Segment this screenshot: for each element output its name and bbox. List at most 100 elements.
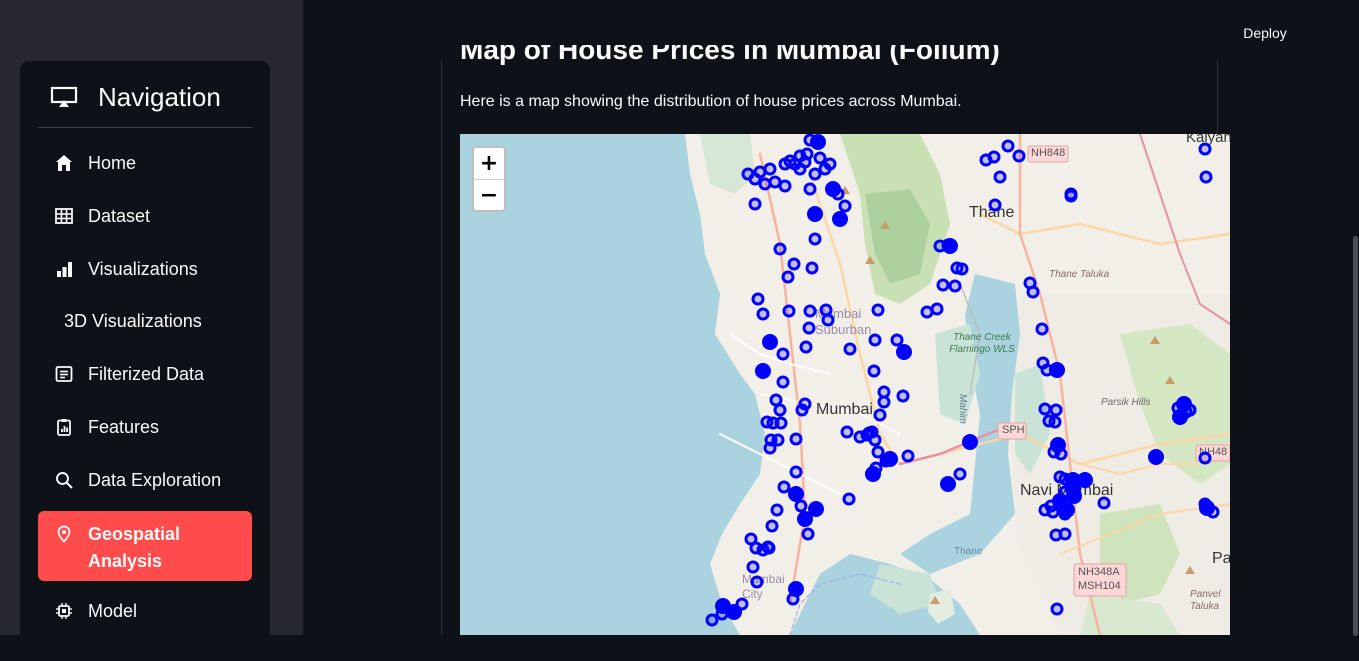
- price-marker[interactable]: [867, 364, 881, 378]
- price-marker[interactable]: [1199, 500, 1215, 516]
- price-marker[interactable]: [890, 333, 904, 347]
- price-marker[interactable]: [786, 592, 800, 606]
- price-marker[interactable]: [843, 342, 857, 356]
- price-marker[interactable]: [781, 270, 795, 284]
- price-marker[interactable]: [987, 150, 1001, 164]
- price-marker[interactable]: [795, 403, 809, 417]
- price-marker[interactable]: [773, 242, 787, 256]
- price-marker[interactable]: [1199, 170, 1213, 184]
- nav-item-geospatial-analysis[interactable]: Geospatial Analysis: [38, 511, 252, 581]
- price-marker[interactable]: [803, 182, 817, 196]
- nav-item-model[interactable]: Model: [38, 589, 252, 633]
- nav-item-features[interactable]: Features: [38, 405, 252, 449]
- price-marker[interactable]: [823, 157, 837, 171]
- price-marker[interactable]: [1038, 402, 1052, 416]
- price-marker[interactable]: [1058, 507, 1072, 521]
- nav-item-dataset[interactable]: Dataset: [38, 194, 252, 238]
- price-marker[interactable]: [920, 305, 934, 319]
- price-marker[interactable]: [750, 575, 764, 589]
- price-marker[interactable]: [741, 167, 755, 181]
- price-marker[interactable]: [760, 415, 774, 429]
- price-marker[interactable]: [1058, 527, 1072, 541]
- price-marker[interactable]: [988, 198, 1002, 212]
- price-marker[interactable]: [762, 334, 778, 350]
- price-marker[interactable]: [1198, 142, 1212, 156]
- price-marker[interactable]: [793, 162, 807, 176]
- price-marker[interactable]: [865, 466, 881, 482]
- price-marker[interactable]: [819, 303, 833, 317]
- price-marker[interactable]: [749, 541, 763, 555]
- price-marker[interactable]: [871, 303, 885, 317]
- price-marker[interactable]: [1148, 449, 1164, 465]
- price-marker[interactable]: [789, 465, 803, 479]
- price-marker[interactable]: [768, 175, 782, 189]
- price-marker[interactable]: [1176, 396, 1192, 412]
- price-marker[interactable]: [831, 187, 845, 201]
- zoom-out-button[interactable]: −: [474, 180, 504, 211]
- price-marker[interactable]: [769, 393, 783, 407]
- price-marker[interactable]: [773, 403, 787, 417]
- price-marker[interactable]: [802, 321, 816, 335]
- price-marker[interactable]: [1198, 451, 1212, 465]
- price-marker[interactable]: [896, 389, 910, 403]
- price-marker[interactable]: [776, 375, 790, 389]
- nav-item-home[interactable]: Home: [38, 141, 252, 185]
- price-marker[interactable]: [715, 607, 729, 621]
- price-marker[interactable]: [873, 408, 887, 422]
- price-marker[interactable]: [1172, 409, 1188, 425]
- price-marker[interactable]: [1049, 362, 1065, 378]
- price-marker[interactable]: [762, 541, 776, 555]
- price-marker[interactable]: [808, 232, 822, 246]
- price-marker[interactable]: [1026, 285, 1040, 299]
- price-marker[interactable]: [748, 197, 762, 211]
- price-marker[interactable]: [993, 170, 1007, 184]
- price-marker[interactable]: [953, 467, 967, 481]
- price-marker[interactable]: [755, 363, 771, 379]
- price-marker[interactable]: [832, 211, 848, 227]
- price-marker[interactable]: [778, 179, 792, 193]
- nav-item-filterized-data[interactable]: Filterized Data: [38, 352, 252, 396]
- price-marker[interactable]: [774, 416, 788, 430]
- price-marker[interactable]: [765, 519, 779, 533]
- price-marker[interactable]: [877, 395, 891, 409]
- price-marker[interactable]: [777, 480, 791, 494]
- price-marker[interactable]: [868, 333, 882, 347]
- price-marker[interactable]: [942, 238, 958, 254]
- price-marker[interactable]: [705, 613, 719, 627]
- price-marker[interactable]: [1097, 496, 1111, 510]
- price-marker[interactable]: [751, 292, 765, 306]
- price-marker[interactable]: [871, 445, 885, 459]
- price-marker[interactable]: [1035, 322, 1049, 336]
- price-marker[interactable]: [955, 262, 969, 276]
- price-marker[interactable]: [771, 433, 785, 447]
- price-marker[interactable]: [789, 432, 803, 446]
- price-marker[interactable]: [763, 162, 777, 176]
- price-marker[interactable]: [808, 501, 824, 517]
- price-marker[interactable]: [746, 560, 760, 574]
- price-marker[interactable]: [930, 302, 944, 316]
- price-marker[interactable]: [936, 278, 950, 292]
- zoom-in-button[interactable]: +: [474, 148, 504, 180]
- price-marker[interactable]: [882, 451, 898, 467]
- price-marker[interactable]: [782, 304, 796, 318]
- nav-item-visualizations[interactable]: Visualizations: [38, 247, 252, 291]
- price-marker[interactable]: [797, 511, 813, 527]
- price-marker[interactable]: [756, 307, 770, 321]
- nav-item-data-exploration[interactable]: Data Exploration: [38, 458, 252, 502]
- price-marker[interactable]: [1044, 499, 1058, 513]
- price-marker[interactable]: [807, 206, 823, 222]
- price-marker[interactable]: [962, 434, 978, 450]
- scrollbar[interactable]: [1353, 236, 1358, 636]
- price-marker[interactable]: [821, 313, 835, 327]
- price-marker[interactable]: [940, 476, 956, 492]
- price-marker[interactable]: [808, 167, 822, 181]
- price-marker[interactable]: [896, 344, 912, 360]
- price-marker[interactable]: [801, 527, 815, 541]
- nav-item-3d-visualizations[interactable]: 3D Visualizations: [38, 299, 252, 343]
- price-marker[interactable]: [948, 279, 962, 293]
- price-marker[interactable]: [1047, 445, 1061, 459]
- price-marker[interactable]: [1048, 415, 1062, 429]
- price-marker[interactable]: [1050, 602, 1064, 616]
- price-marker[interactable]: [865, 425, 879, 439]
- price-marker[interactable]: [794, 499, 808, 513]
